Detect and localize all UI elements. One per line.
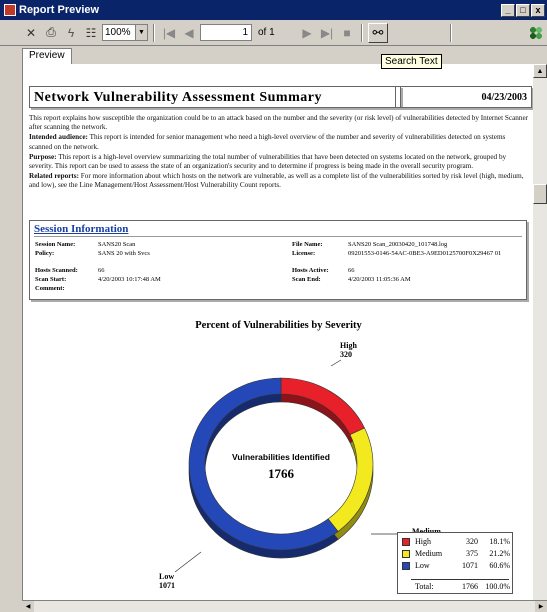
legend-row-low: Low 1071 60.6% [402,561,510,571]
scan-start-value: 4/20/2003 10:17:48 AM [98,276,161,283]
legend-pct-medium: 21.2% [489,549,510,558]
chevron-down-icon: ▼ [135,25,147,40]
group-tree-icon[interactable]: ☷ [82,24,100,42]
legend-row-medium: Medium 375 21.2% [402,549,510,559]
vertical-scrollbar[interactable]: ▲ [533,64,547,600]
legend-value-medium: 375 [466,549,478,558]
session-info-box: Session Information Session Name: SANS20… [29,220,527,300]
policy-value: SANS 20 with Svcs [98,250,150,257]
hosts-active-value: 66 [348,267,355,274]
toolbar-separator [153,23,155,42]
tab-bar: Preview [0,46,547,64]
intro-text: This report explains how susceptible the… [29,114,529,132]
hosts-scanned-value: 66 [98,267,105,274]
hosts-active-label: Hosts Active: [292,267,329,274]
comment-label: Comment: [35,285,65,292]
slice-label-low: Low [159,572,174,581]
slice-label-high: High [340,341,357,350]
purpose-text: This report is a high-level overview sum… [29,152,507,171]
legend-row-total: Total: 1766 100.0% [402,582,510,592]
legend-swatch-low [402,562,410,570]
legend-total-pct: 100.0% [485,582,510,591]
binoculars-icon: ⚯ [372,24,384,40]
legend-label-medium: Medium [415,549,443,558]
app-icon [4,4,16,16]
related-label: Related reports: [29,172,79,181]
related-paragraph: Related reports: For more information ab… [29,172,529,190]
chart-legend: High 320 18.1% Medium 375 21.2% Low 1071… [397,532,513,594]
legend-total-value: 1766 [462,582,478,591]
center-label: Vulnerabilities Identified [232,452,330,462]
logo-icon [529,26,543,40]
last-page-icon[interactable]: ▶| [318,24,336,42]
license-value: 09201553-0146-54AC-0BE3-A9ED0125700F0X29… [348,250,502,257]
minimize-button[interactable]: _ [501,3,515,17]
scan-end-label: Scan End: [292,276,321,283]
stop-icon[interactable]: ■ [338,24,356,42]
audience-label: Intended audience: [29,133,88,142]
related-text: For more information about which hosts o… [29,172,524,190]
legend-pct-high: 18.1% [489,537,510,546]
session-name-value: SANS20 Scan [98,241,136,248]
scroll-thumb[interactable] [533,184,547,204]
horizontal-scrollbar[interactable]: ◀ ▶ [22,600,547,612]
tab-preview[interactable]: Preview [22,48,72,64]
legend-swatch-medium [402,550,410,558]
previous-page-icon[interactable]: ◀ [180,24,198,42]
scroll-left-icon[interactable]: ◀ [22,601,34,612]
toolbar-separator [361,23,363,42]
maximize-button[interactable]: □ [516,3,530,17]
legend-swatch-high [402,538,410,546]
slice-value-high: 320 [340,350,352,359]
close-button[interactable]: x [531,3,545,17]
toolbar-separator [450,23,452,42]
legend-row-high: High 320 18.1% [402,537,510,547]
toolbar: ✕ ⎙ ϟ ☷ 100% ▼ |◀ ◀ 1 of 1 ▶ ▶| ■ ⚯ [0,20,547,46]
legend-total-rule [411,579,509,580]
legend-label-high: High [415,537,431,546]
file-name-value: SANS20 Scan_20030420_101748.log [348,241,448,248]
report-viewport: Network Vulnerability Assessment Summary… [22,64,533,600]
report-date: 04/23/2003 [395,86,532,108]
session-name-label: Session Name: [35,241,76,248]
zoom-select[interactable]: 100% ▼ [102,24,148,41]
title-bar: Report Preview _ □ x [0,0,547,20]
search-text-button[interactable]: ⚯ [368,22,388,43]
lightning-icon[interactable]: ϟ [62,24,80,42]
next-page-icon[interactable]: ▶ [298,24,316,42]
slice-value-low: 1071 [159,581,175,590]
purpose-label: Purpose: [29,152,57,161]
chart-title: Percent of Vulnerabilities by Severity [195,320,362,331]
report-description: This report explains how susceptible the… [29,114,529,192]
page-number-input[interactable]: 1 [200,24,252,41]
scan-start-label: Scan Start: [35,276,67,283]
legend-total-label: Total: [415,582,434,591]
scroll-right-icon[interactable]: ▶ [535,601,547,612]
scroll-up-icon[interactable]: ▲ [533,64,547,78]
center-value: 1766 [268,466,295,481]
first-page-icon[interactable]: |◀ [160,24,178,42]
zoom-value: 100% [105,27,131,38]
legend-pct-low: 60.6% [489,561,510,570]
leader-line-high [330,359,342,367]
license-label: License: [292,250,316,257]
search-tooltip: Search Text [381,54,442,69]
hosts-scanned-label: Hosts Scanned: [35,267,78,274]
legend-label-low: Low [415,561,430,570]
session-fields: Session Name: SANS20 Scan Policy: SANS 2… [30,221,526,299]
legend-value-low: 1071 [462,561,478,570]
scan-end-value: 4/20/2003 11:05:36 AM [348,276,411,283]
leader-line-low [174,551,202,573]
legend-value-high: 320 [466,537,478,546]
page-count: of 1 [258,27,275,38]
purpose-paragraph: Purpose: This report is a high-level ove… [29,153,529,171]
audience-paragraph: Intended audience: This report is intend… [29,133,529,151]
file-name-label: File Name: [292,241,323,248]
close-report-icon[interactable]: ✕ [22,24,40,42]
print-icon[interactable]: ⎙ [42,24,60,42]
policy-label: Policy: [35,250,55,257]
audience-text: This report is intended for senior manag… [29,133,506,151]
report-title: Network Vulnerability Assessment Summary [29,86,401,108]
window-title: Report Preview [19,4,100,16]
